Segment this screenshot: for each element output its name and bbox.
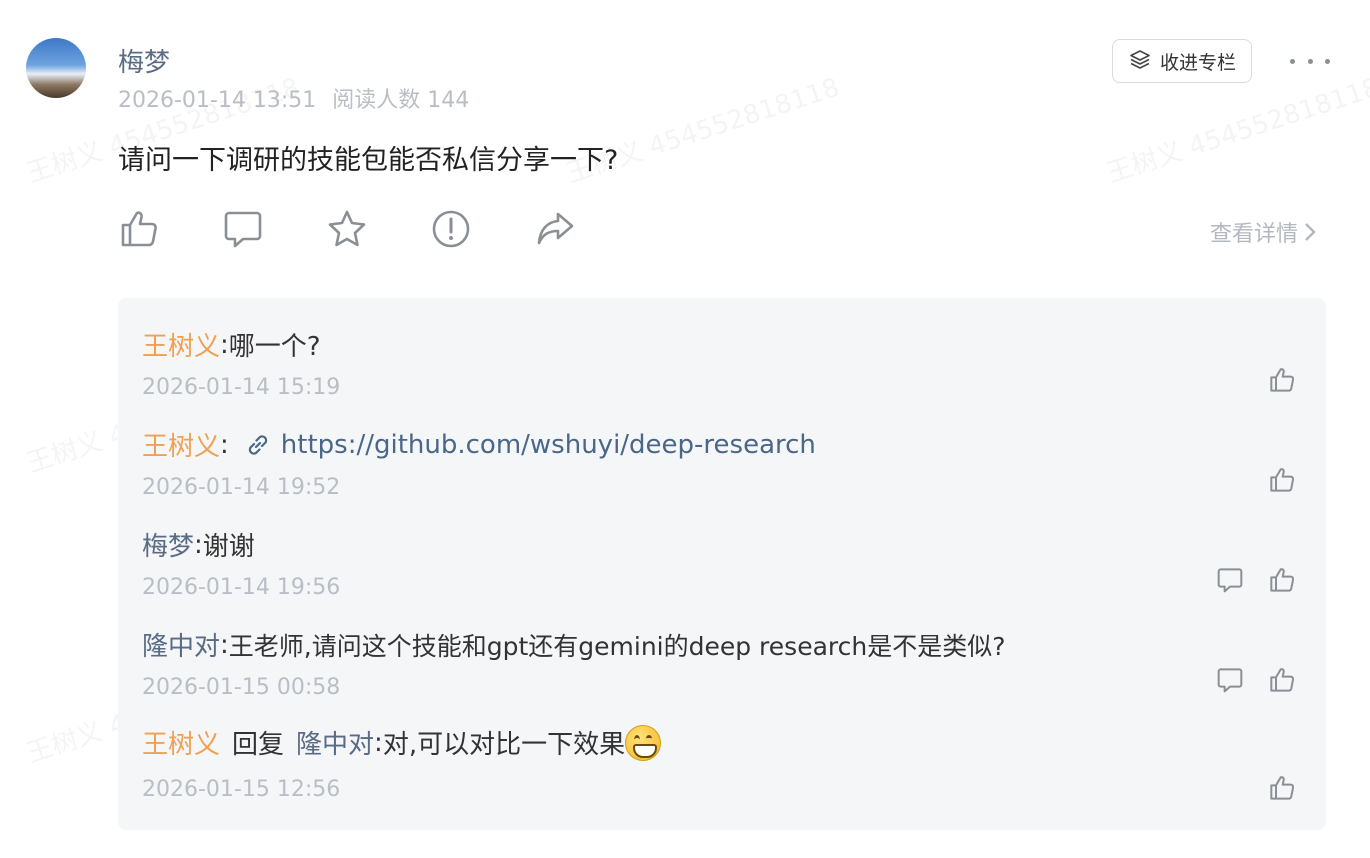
- comment-author[interactable]: 隆中对: [142, 626, 220, 663]
- comment-author[interactable]: 王树义: [142, 326, 220, 363]
- comment-author[interactable]: 王树义: [142, 724, 220, 761]
- comments-panel: 王树义: 哪一个? 2026-01-14 15:19 王树义: https://g…: [118, 298, 1326, 830]
- comment-item: 王树义 回复 隆中对: 对,可以对比一下效果 2026-01-15 12:56: [142, 724, 662, 802]
- comment-author[interactable]: 王树义: [142, 426, 220, 463]
- link-text[interactable]: https://github.com/wshuyi/deep-research: [281, 430, 816, 460]
- view-detail-link[interactable]: 查看详情: [1210, 216, 1316, 248]
- comment-separator: :: [220, 429, 229, 460]
- add-to-column-button[interactable]: 收进专栏: [1112, 39, 1252, 83]
- comment-text: 对,可以对比一下效果: [382, 730, 626, 760]
- comment-icon[interactable]: [222, 208, 264, 250]
- share-icon[interactable]: [534, 208, 576, 250]
- grin-emoji-icon: [625, 724, 662, 761]
- like-icon[interactable]: [1268, 566, 1296, 598]
- action-bar: [118, 208, 576, 250]
- view-detail-label: 查看详情: [1210, 222, 1299, 247]
- comment-actions: [1216, 666, 1296, 698]
- comment-separator: :: [220, 629, 229, 660]
- comment-time: 2026-01-15 00:58: [142, 675, 341, 700]
- comment-time: 2026-01-15 12:56: [142, 777, 341, 802]
- comment-item: 梅梦: 谢谢 2026-01-14 19:56: [142, 526, 341, 601]
- comment-item: 隆中对: 王老师,请问这个技能和gpt还有gemini的deep research…: [142, 626, 1006, 701]
- chevron-right-icon: [1305, 223, 1316, 241]
- avatar[interactable]: [26, 38, 86, 98]
- like-icon[interactable]: [1268, 666, 1296, 698]
- post-date: 2026-01-14 13:51: [118, 88, 317, 113]
- like-icon[interactable]: [1268, 466, 1296, 498]
- comment-link[interactable]: https://github.com/wshuyi/deep-research: [243, 430, 816, 460]
- read-count: 阅读人数 144: [332, 88, 470, 113]
- comment-time: 2026-01-14 15:19: [142, 375, 341, 400]
- comment-separator: :: [220, 329, 229, 360]
- comment-actions: [1268, 774, 1296, 806]
- add-to-column-label: 收进专栏: [1159, 51, 1236, 74]
- watermark: 王树义 454552818118: [1101, 67, 1370, 190]
- comment-text: 哪一个?: [228, 332, 321, 362]
- reply-target[interactable]: 隆中对: [296, 724, 374, 761]
- comment-author[interactable]: 梅梦: [142, 526, 194, 563]
- post-meta: 2026-01-14 13:51 阅读人数 144: [118, 82, 469, 114]
- comment-time: 2026-01-14 19:56: [142, 575, 341, 600]
- comment-time: 2026-01-14 19:52: [142, 475, 341, 500]
- report-icon[interactable]: [430, 208, 472, 250]
- post-author[interactable]: 梅梦: [118, 42, 170, 79]
- comment-text: 谢谢: [202, 532, 255, 562]
- like-icon[interactable]: [118, 208, 160, 250]
- reply-icon[interactable]: [1216, 666, 1244, 698]
- comment-item: 王树义: 哪一个? 2026-01-14 15:19: [142, 326, 341, 401]
- post-text: 请问一下调研的技能包能否私信分享一下?: [118, 145, 619, 176]
- comment-item: 王树义: https://github.com/wshuyi/deep-rese…: [142, 426, 816, 501]
- stack-icon: [1128, 48, 1152, 75]
- like-icon[interactable]: [1268, 774, 1296, 806]
- comment-actions: [1216, 566, 1296, 598]
- comment-actions: [1268, 366, 1296, 398]
- reply-word: 回复: [232, 730, 285, 760]
- reply-icon[interactable]: [1216, 566, 1244, 598]
- star-icon[interactable]: [326, 208, 368, 250]
- link-icon: [248, 434, 267, 455]
- like-icon[interactable]: [1268, 366, 1296, 398]
- more-options-icon[interactable]: [1290, 46, 1330, 76]
- comment-text: 王老师,请问这个技能和gpt还有gemini的deep research是不是类…: [228, 631, 1006, 661]
- comment-actions: [1268, 466, 1296, 498]
- comment-separator: :: [194, 529, 203, 560]
- comment-separator: :: [374, 727, 383, 758]
